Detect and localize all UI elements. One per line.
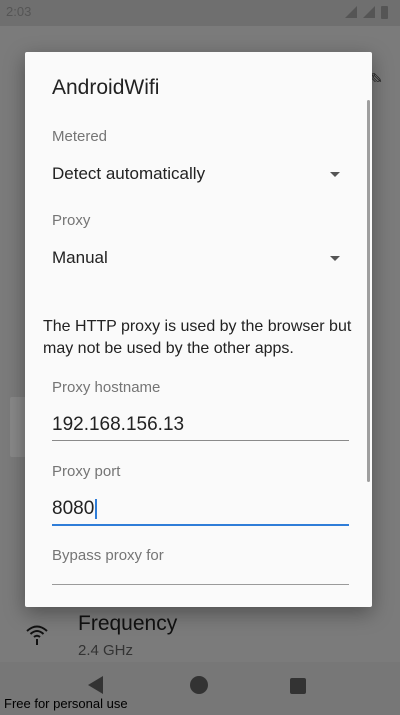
battery-icon xyxy=(381,6,388,19)
bypass-proxy-input[interactable] xyxy=(52,584,349,585)
metered-dropdown[interactable]: Detect automatically xyxy=(52,164,348,194)
text-caret xyxy=(95,498,98,519)
proxy-hostname-label: Proxy hostname xyxy=(52,379,161,396)
dropdown-arrow-icon xyxy=(330,172,340,177)
status-time: 2:03 xyxy=(6,4,32,19)
frequency-row: Frequency 2.4 GHz xyxy=(0,604,400,670)
nav-home-icon[interactable] xyxy=(190,676,208,694)
metered-value: Detect automatically xyxy=(52,164,206,183)
proxy-value: Manual xyxy=(52,248,108,267)
proxy-info-text: The HTTP proxy is used by the browser bu… xyxy=(43,318,352,357)
proxy-port-value-wrap: 8080 xyxy=(52,498,98,520)
watermark-text: Free for personal use xyxy=(4,696,128,711)
proxy-hostname-input[interactable]: 192.168.156.13 xyxy=(52,406,349,441)
frequency-title: Frequency xyxy=(78,612,178,635)
nav-back-icon[interactable] xyxy=(88,676,103,694)
bypass-proxy-label: Bypass proxy for xyxy=(52,547,164,564)
nav-recents-icon[interactable] xyxy=(290,678,306,694)
background-card-edge xyxy=(10,397,26,457)
wifi-icon xyxy=(24,620,50,646)
proxy-port-value: 8080 xyxy=(52,498,95,519)
frequency-value: 2.4 GHz xyxy=(78,642,134,659)
dialog-scrollbar[interactable] xyxy=(367,100,370,482)
proxy-dropdown[interactable]: Manual xyxy=(52,248,348,278)
status-icons xyxy=(345,6,388,19)
proxy-port-label: Proxy port xyxy=(52,463,121,480)
dialog-title: AndroidWifi xyxy=(52,76,160,99)
metered-label: Metered xyxy=(52,128,108,145)
wifi-settings-dialog: AndroidWifi Metered Detect automatically… xyxy=(25,52,372,607)
status-bar: 2:03 xyxy=(0,0,400,26)
wifi-signal-icon xyxy=(345,6,357,18)
proxy-label: Proxy xyxy=(52,212,91,229)
proxy-port-input[interactable]: 8080 xyxy=(52,490,349,526)
dropdown-arrow-icon xyxy=(330,256,340,261)
proxy-hostname-value: 192.168.156.13 xyxy=(52,414,185,435)
cell-signal-icon xyxy=(363,6,375,18)
